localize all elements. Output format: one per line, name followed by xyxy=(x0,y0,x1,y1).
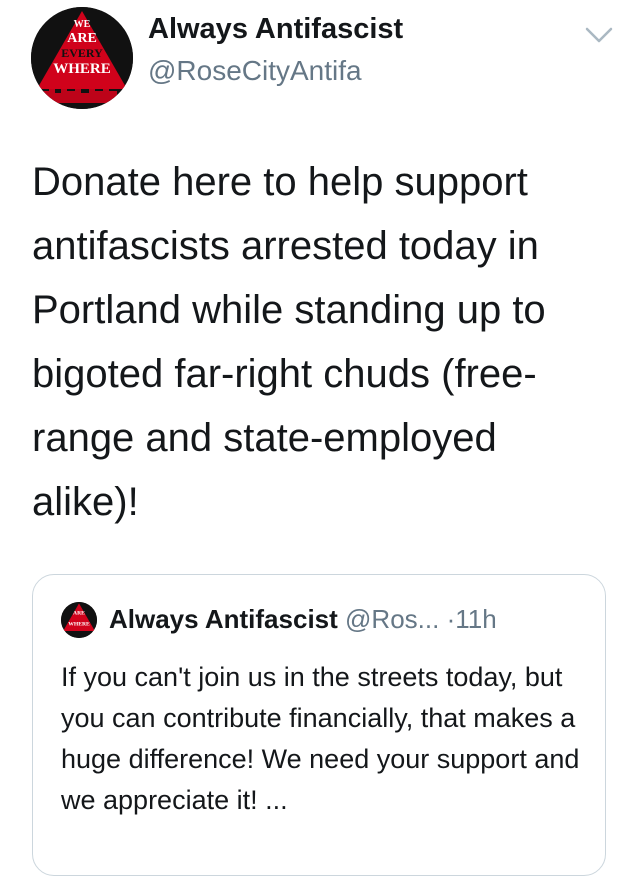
quoted-author-handle: @Ros... xyxy=(345,604,440,634)
quoted-author-name: Always Antifascist xyxy=(109,604,338,634)
author-name[interactable]: Always Antifascist xyxy=(148,13,403,46)
avatar-logo: WE ARE EVERY WHERE xyxy=(31,7,133,109)
quoted-timestamp: 11h xyxy=(455,604,497,634)
svg-text:WHERE: WHERE xyxy=(68,621,90,627)
svg-text:EVERY: EVERY xyxy=(61,46,103,60)
svg-text:WE: WE xyxy=(74,19,91,30)
quoted-tweet-text: If you can't join us in the streets toda… xyxy=(61,662,580,815)
chevron-down-icon[interactable] xyxy=(584,24,614,46)
quoted-separator: · xyxy=(446,604,456,634)
svg-text:ARE: ARE xyxy=(73,610,85,616)
tweet-text: Donate here to help support antifascists… xyxy=(32,160,546,524)
svg-text:ARE: ARE xyxy=(67,31,97,46)
quoted-author-avatar: ARE WHERE xyxy=(61,602,97,638)
quoted-tweet[interactable]: ARE WHERE Always Antifascist @Ros... ·11… xyxy=(32,574,606,876)
quoted-tweet-header: Always Antifascist @Ros... ·11h xyxy=(109,604,497,635)
author-handle[interactable]: @RoseCityAntifa xyxy=(148,55,362,87)
svg-text:WHERE: WHERE xyxy=(53,61,111,77)
author-avatar[interactable]: WE ARE EVERY WHERE xyxy=(31,7,133,109)
